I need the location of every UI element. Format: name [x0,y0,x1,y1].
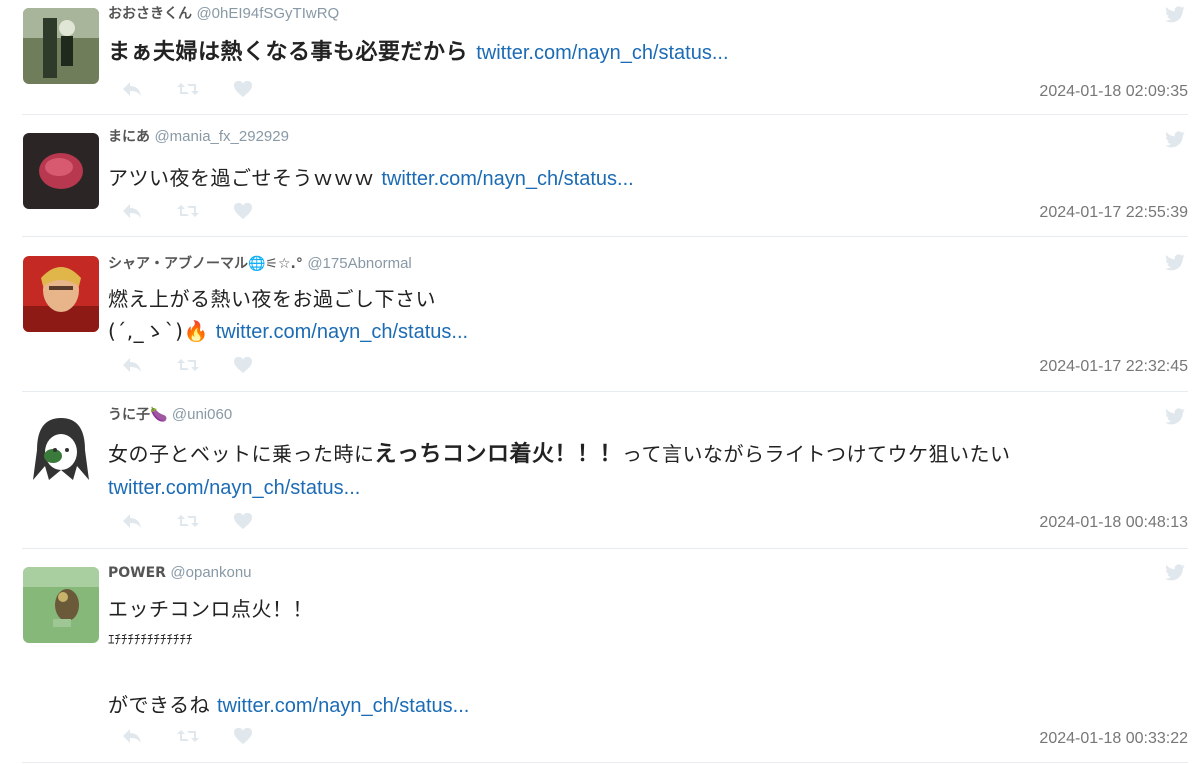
tweet-text: 燃え上がる熱い夜をお過ごし下さい (´,_ゝ`)🔥 twitter.com/na… [108,283,468,348]
avatar[interactable] [23,8,99,84]
tweet-header: まにあ @mania_fx_292929 [108,128,289,146]
author-name[interactable]: シャア・アブノーマル🌐⚟☆.° [108,256,303,272]
retweet-icon[interactable] [176,512,232,532]
reply-icon[interactable] [120,80,176,100]
author-name[interactable]: POWER [108,565,166,581]
tweet-link[interactable]: twitter.com/nayn_ch/status... [476,42,728,64]
avatar[interactable] [23,410,99,486]
author-handle[interactable]: @175Abnormal [307,255,411,272]
tweet-body: まぁ夫婦は熱くなる事も必要だから [108,40,469,65]
tweet-header: POWER @opankonu [108,564,252,582]
tweet-link[interactable]: twitter.com/nayn_ch/status... [108,477,360,499]
retweet-icon[interactable] [176,727,232,747]
tweet-body-bold: えっちコンロ着火！！！ [374,442,623,467]
tweet-text: まぁ夫婦は熱くなる事も必要だから twitter.com/nayn_ch/sta… [108,37,729,69]
reply-icon[interactable] [120,727,176,747]
author-handle[interactable]: @uni060 [172,406,232,423]
tweet-header: うに子🍆 @uni060 [108,406,232,424]
tweet-header: おおさきくん @0hEI94fSGyTIwRQ [108,5,339,23]
tweet-body: って言いながらライトつけてウケ狙いたい [622,442,1011,466]
twitter-bird-icon [1164,6,1186,28]
like-icon[interactable] [232,512,288,532]
author-handle[interactable]: @mania_fx_292929 [154,128,289,145]
twitter-bird-icon [1164,564,1186,586]
author-handle[interactable]: @opankonu [170,564,251,581]
retweet-icon[interactable] [176,80,232,100]
tweet-link[interactable]: twitter.com/nayn_ch/status... [381,168,633,190]
tweet-body-line: (´,_ゝ`)🔥 [108,319,209,343]
like-icon[interactable] [232,80,288,100]
tweet-header: シャア・アブノーマル🌐⚟☆.° @175Abnormal [108,255,412,273]
like-icon[interactable] [232,727,288,747]
tweet-link[interactable]: twitter.com/nayn_ch/status... [217,695,469,717]
retweet-icon[interactable] [176,356,232,376]
tweet-text: アツい夜を過ごせそうｗｗｗ twitter.com/nayn_ch/status… [108,162,634,195]
tweet-timestamp[interactable]: 2024-01-17 22:55:39 [1039,204,1188,222]
tweet-timestamp[interactable]: 2024-01-18 00:33:22 [1039,730,1188,748]
avatar[interactable] [23,133,99,209]
tweet-actions [120,356,288,376]
tweet-item: まにあ @mania_fx_292929 アツい夜を過ごせそうｗｗｗ twitt… [0,115,1200,237]
tweet-actions [120,202,288,222]
twitter-bird-icon [1164,131,1186,153]
tweet-actions [120,80,288,100]
retweet-icon[interactable] [176,202,232,222]
like-icon[interactable] [232,356,288,376]
tweet-item: うに子🍆 @uni060 女の子とベットに乗った時にえっちコンロ着火！！！って言… [0,392,1200,549]
tweet-text: 女の子とベットに乗った時にえっちコンロ着火！！！って言いながらライトつけてウケ狙… [108,438,1011,504]
tweet-timestamp[interactable]: 2024-01-17 22:32:45 [1039,358,1188,376]
tweet-item: シャア・アブノーマル🌐⚟☆.° @175Abnormal 燃え上がる熱い夜をお過… [0,237,1200,392]
author-name[interactable]: おおさきくん [108,6,192,22]
tweet-feed: おおさきくん @0hEI94fSGyTIwRQ まぁ夫婦は熱くなる事も必要だから… [0,0,1200,764]
author-handle[interactable]: @0hEI94fSGyTIwRQ [196,5,339,22]
twitter-bird-icon [1164,408,1186,430]
like-icon[interactable] [232,202,288,222]
tweet-timestamp[interactable]: 2024-01-18 00:48:13 [1039,514,1188,532]
avatar[interactable] [23,567,99,643]
tweet-body-line: エッチコンロ点火！！ [108,597,313,621]
tweet-body: アツい夜を過ごせそうｗｗｗ [108,166,375,190]
reply-icon[interactable] [120,512,176,532]
twitter-bird-icon [1164,254,1186,276]
avatar[interactable] [23,256,99,332]
tweet-body-line: ｴﾁﾁﾁﾁﾁﾁﾁﾁﾁﾁﾁﾁ [108,633,193,648]
tweet-actions [120,727,288,747]
tweet-text: エッチコンロ点火！！ ｴﾁﾁﾁﾁﾁﾁﾁﾁﾁﾁﾁﾁ ができるね twitter.c… [108,593,469,722]
reply-icon[interactable] [120,356,176,376]
tweet-body-line: 燃え上がる熱い夜をお過ごし下さい [108,287,436,311]
tweet-timestamp[interactable]: 2024-01-18 02:09:35 [1039,83,1188,101]
reply-icon[interactable] [120,202,176,222]
tweet-item: おおさきくん @0hEI94fSGyTIwRQ まぁ夫婦は熱くなる事も必要だから… [0,0,1200,115]
author-name[interactable]: まにあ [108,129,150,145]
tweet-item: POWER @opankonu エッチコンロ点火！！ ｴﾁﾁﾁﾁﾁﾁﾁﾁﾁﾁﾁﾁ… [0,549,1200,764]
tweet-link[interactable]: twitter.com/nayn_ch/status... [216,321,468,343]
tweet-body-line: ができるね [108,693,211,717]
tweet-divider [22,762,1188,763]
tweet-actions [120,512,288,532]
author-name[interactable]: うに子🍆 [108,407,167,423]
tweet-body: 女の子とベットに乗った時に [108,442,375,466]
